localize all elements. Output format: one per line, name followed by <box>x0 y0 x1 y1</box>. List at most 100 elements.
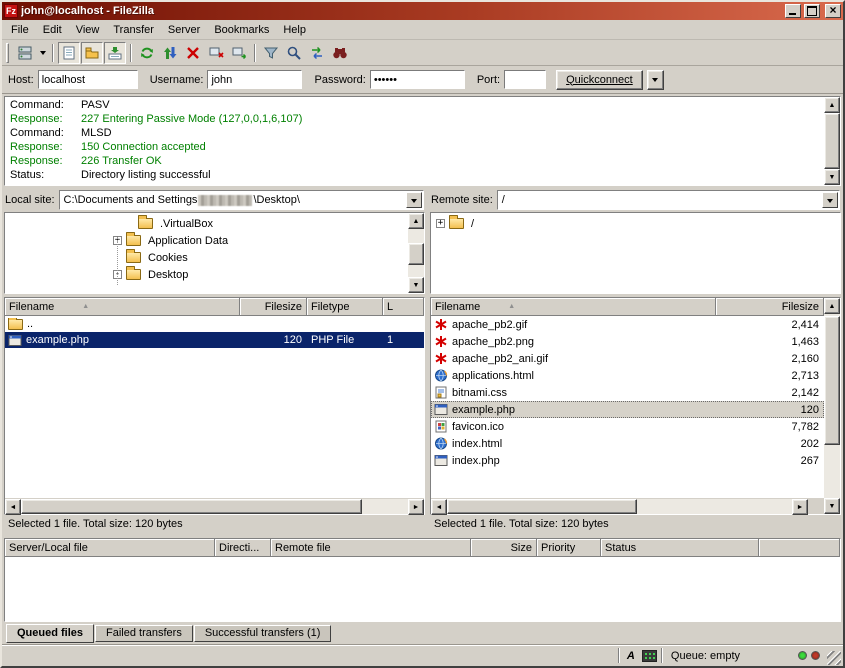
toolbar-grip[interactable] <box>6 43 9 63</box>
local-column-filename[interactable]: Filename <box>5 298 240 316</box>
quickconnect-button[interactable]: Quickconnect <box>556 70 643 90</box>
menu-help[interactable]: Help <box>276 21 313 39</box>
site-manager-icon[interactable] <box>14 42 36 64</box>
file-row[interactable]: index.php 267 <box>431 452 824 469</box>
resize-grip[interactable] <box>827 651 841 665</box>
scroll-left-icon[interactable] <box>431 499 447 515</box>
combo-dropdown-icon[interactable] <box>822 192 838 208</box>
queue-column-size[interactable]: Size <box>471 539 537 557</box>
username-input[interactable] <box>207 70 302 89</box>
remote-column-filename[interactable]: Filename <box>431 298 716 316</box>
file-row[interactable]: bitnami.css 2,142 <box>431 384 824 401</box>
local-tree-scrollbar[interactable] <box>408 213 424 293</box>
local-horizontal-scrollbar[interactable] <box>5 499 424 514</box>
log-scrollbar[interactable] <box>824 97 840 185</box>
remote-horizontal-scrollbar[interactable] <box>431 499 808 514</box>
scroll-thumb[interactable] <box>824 113 840 169</box>
scroll-down-icon[interactable] <box>408 277 424 293</box>
scroll-left-icon[interactable] <box>5 499 21 515</box>
sync-browse-icon[interactable] <box>306 42 328 64</box>
log-line-label: Command: <box>5 126 81 140</box>
site-manager-dropdown-icon[interactable] <box>37 42 48 64</box>
file-row-parent-dir[interactable]: .. <box>5 316 424 332</box>
scroll-up-icon[interactable] <box>824 298 840 314</box>
scroll-thumb[interactable] <box>447 499 637 514</box>
scroll-right-icon[interactable] <box>792 499 808 515</box>
queue-column-server-local-file[interactable]: Server/Local file <box>5 539 215 557</box>
tree-item-cookies[interactable]: Cookies <box>5 249 406 266</box>
tree-item-application-data[interactable]: + Application Data <box>5 232 406 249</box>
remote-vertical-scrollbar[interactable] <box>824 298 840 514</box>
local-path-combobox[interactable]: C:\Documents and Settings\Desktop\ <box>59 190 424 210</box>
file-row-selected[interactable]: example.php 120 <box>431 401 824 418</box>
toggle-queue-icon[interactable] <box>104 42 126 64</box>
menu-edit[interactable]: Edit <box>36 21 69 39</box>
file-row[interactable]: apache_pb2.gif 2,414 <box>431 316 824 333</box>
file-row[interactable]: index.html 202 <box>431 435 824 452</box>
cancel-icon[interactable] <box>182 42 204 64</box>
port-input[interactable] <box>504 70 546 89</box>
combo-dropdown-icon[interactable] <box>406 192 422 208</box>
remote-pane: Remote site: / + / <box>430 189 841 533</box>
scroll-thumb[interactable] <box>824 316 840 445</box>
process-queue-icon[interactable] <box>159 42 181 64</box>
menu-server[interactable]: Server <box>161 21 207 39</box>
expand-plus-icon[interactable]: + <box>436 219 445 228</box>
app-icon[interactable]: Fz <box>4 4 18 18</box>
queue-column-priority[interactable]: Priority <box>537 539 601 557</box>
tree-item-virtualbox[interactable]: .VirtualBox <box>5 215 406 232</box>
scroll-thumb[interactable] <box>408 243 424 265</box>
tab-successful-transfers[interactable]: Successful transfers (1) <box>194 625 332 642</box>
file-row[interactable]: apache_pb2.png 1,463 <box>431 333 824 350</box>
close-button[interactable] <box>825 4 841 18</box>
ascii-mode-icon[interactable] <box>624 649 638 663</box>
tree-item-root[interactable]: + / <box>431 215 822 232</box>
status-bar: Queue: empty <box>2 644 843 666</box>
tab-queued-files[interactable]: Queued files <box>6 624 94 643</box>
menu-bookmarks[interactable]: Bookmarks <box>207 21 276 39</box>
file-row-example-php[interactable]: example.php 120 PHP File 1 <box>5 332 424 348</box>
queue-column-status[interactable]: Status <box>601 539 759 557</box>
menu-transfer[interactable]: Transfer <box>106 21 161 39</box>
scroll-down-icon[interactable] <box>824 169 840 185</box>
toggle-directory-trees-icon[interactable] <box>81 42 103 64</box>
scroll-thumb[interactable] <box>21 499 362 514</box>
filter-icon[interactable] <box>260 42 282 64</box>
scroll-up-icon[interactable] <box>824 97 840 113</box>
password-input[interactable] <box>370 70 465 89</box>
host-input[interactable] <box>38 70 138 89</box>
ico-file-icon <box>434 420 448 433</box>
minimize-button[interactable] <box>785 4 801 18</box>
quickconnect-dropdown-icon[interactable] <box>647 70 664 90</box>
scroll-right-icon[interactable] <box>408 499 424 515</box>
menu-file[interactable]: File <box>4 21 36 39</box>
remote-column-filesize[interactable]: Filesize <box>716 298 824 316</box>
title-bar[interactable]: Fz john@localhost - FileZilla <box>2 2 843 20</box>
file-row[interactable]: applications.html 2,713 <box>431 367 824 384</box>
scroll-up-icon[interactable] <box>408 213 424 229</box>
queue-tabs: Queued files Failed transfers Successful… <box>4 622 841 644</box>
remote-path-combobox[interactable]: / <box>497 190 840 210</box>
scroll-down-icon[interactable] <box>824 498 840 514</box>
folder-icon <box>126 252 141 263</box>
toggle-message-log-icon[interactable] <box>58 42 80 64</box>
tree-item-desktop[interactable]: - Desktop <box>5 266 406 283</box>
compare-icon[interactable] <box>283 42 305 64</box>
queue-column-direction[interactable]: Directi... <box>215 539 271 557</box>
local-column-filesize[interactable]: Filesize <box>240 298 307 316</box>
speed-limit-icon[interactable] <box>642 650 657 662</box>
queue-column-remote-file[interactable]: Remote file <box>271 539 471 557</box>
toolbar-separator <box>52 44 54 62</box>
file-row[interactable]: apache_pb2_ani.gif 2,160 <box>431 350 824 367</box>
maximize-button[interactable] <box>804 4 820 18</box>
censored-username <box>198 195 252 206</box>
file-row[interactable]: favicon.ico 7,782 <box>431 418 824 435</box>
tab-failed-transfers[interactable]: Failed transfers <box>95 625 193 642</box>
refresh-icon[interactable] <box>136 42 158 64</box>
local-column-modified[interactable]: L <box>383 298 424 316</box>
reconnect-icon[interactable] <box>228 42 250 64</box>
find-icon[interactable] <box>329 42 351 64</box>
disconnect-icon[interactable] <box>205 42 227 64</box>
local-column-filetype[interactable]: Filetype <box>307 298 383 316</box>
menu-view[interactable]: View <box>69 21 107 39</box>
